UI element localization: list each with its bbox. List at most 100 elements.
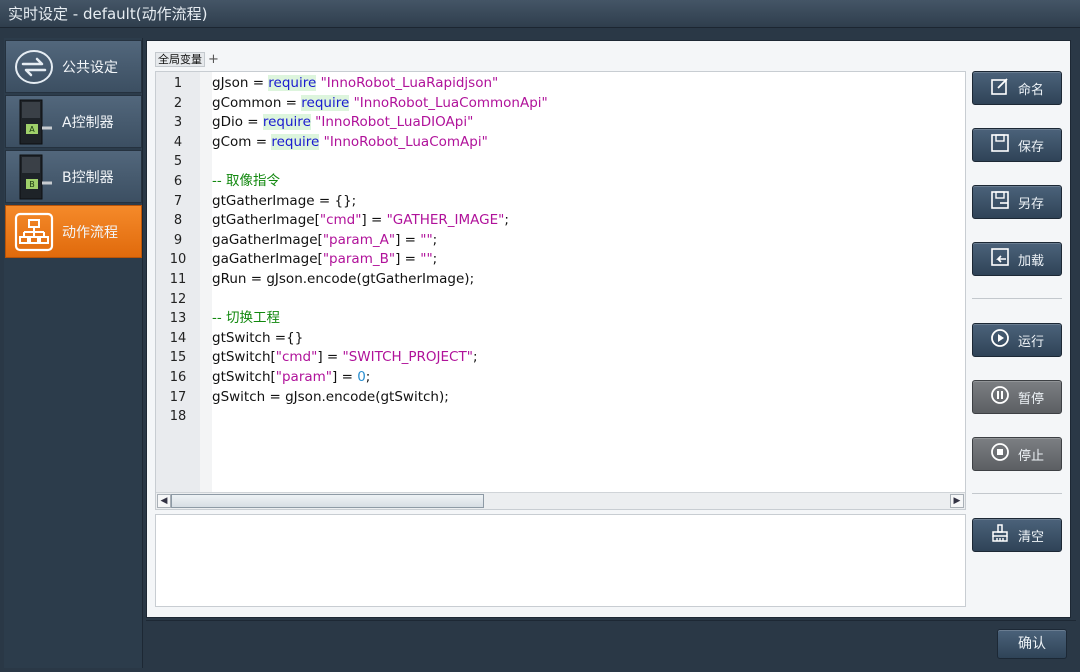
code-token: ; (432, 231, 438, 248)
line-text: gaGatherImage["param_B"] = ""; (200, 250, 437, 270)
sidebar-item-controller-b[interactable]: B B控制器 (5, 150, 142, 203)
sidebar-item-action-flow[interactable]: 动作流程 (5, 205, 142, 258)
stop-icon (990, 442, 1010, 466)
code-token: "GATHER_IMAGE" (386, 212, 505, 229)
save-icon (990, 133, 1010, 157)
code-line[interactable]: 12 (156, 290, 965, 310)
code-line[interactable]: 5 (156, 152, 965, 172)
code-token: gaGatherImage[ (212, 251, 323, 268)
code-token: ] = (332, 368, 358, 385)
line-text: -- 切换工程 (212, 310, 281, 327)
code-token: "cmd" (319, 212, 362, 229)
divider (972, 298, 1062, 299)
pause-label: 暂停 (1017, 391, 1044, 407)
sidebar-item-label: A控制器 (62, 114, 114, 131)
code-token: "SWITCH_PROJECT" (342, 349, 473, 366)
code-line[interactable]: 8 gtGatherImage["cmd"] = "GATHER_IMAGE"; (156, 211, 965, 231)
code-line[interactable]: 7 gtGatherImage = {}; (156, 192, 965, 212)
line-text: gSwitch = gJson.encode(gtSwitch); (212, 388, 449, 405)
line-text: gtSwitch ={} (212, 329, 304, 346)
sidebar-item-label: B控制器 (62, 169, 114, 186)
code-area[interactable]: 1 gJson = require "InnoRobot_LuaRapidjson… (156, 74, 965, 427)
line-text: gDio = require "InnoRobot_LuaDIOApi" (200, 113, 473, 133)
line-number: 2 (173, 95, 183, 111)
code-line[interactable]: 16 gtSwitch["param"] = 0; (156, 368, 965, 388)
pause-button[interactable]: 暂停 (972, 380, 1062, 414)
bottom-bar: 确认 (146, 620, 1076, 668)
confirm-button[interactable]: 确认 (997, 629, 1067, 659)
line-number: 16 (169, 369, 187, 385)
code-token: "InnoRobot_LuaRapidjson" (320, 75, 499, 91)
rename-button[interactable]: 命名 (972, 71, 1062, 105)
line-text: gaGatherImage["param_A"] = ""; (200, 231, 437, 251)
code-token: gDio = (212, 114, 263, 131)
code-line[interactable]: 14 gtSwitch ={} (156, 329, 965, 349)
code-token: ; (472, 349, 478, 366)
sidebar-item-common-settings[interactable]: 公共设定 (5, 40, 142, 93)
line-text (200, 152, 212, 172)
code-token: "InnoRobot_LuaDIOApi" (315, 114, 474, 131)
line-number: 4 (173, 134, 183, 150)
run-button[interactable]: 运行 (972, 323, 1062, 357)
load-button[interactable]: 加载 (972, 242, 1062, 276)
save-button[interactable]: 保存 (972, 128, 1062, 162)
play-icon (990, 328, 1010, 352)
sidebar: 公共设定 A A控制器 B B控制器 动作流程 (4, 38, 143, 668)
scrollbar-thumb[interactable] (171, 494, 484, 508)
load-icon (990, 247, 1010, 271)
line-number: 5 (173, 154, 183, 170)
line-number: 3 (173, 115, 183, 131)
scroll-left-icon[interactable]: ◀ (157, 494, 171, 508)
line-number: 17 (169, 389, 187, 405)
stop-button[interactable]: 停止 (972, 437, 1062, 471)
code-token: gtGatherImage[ (212, 212, 320, 229)
code-line[interactable]: 9 gaGatherImage["param_A"] = ""; (156, 231, 965, 251)
run-label: 运行 (1017, 334, 1044, 350)
code-line[interactable]: 11 gRun = gJson.encode(gtGatherImage); (156, 270, 965, 290)
code-token: "InnoRobot_LuaCommonApi" (353, 94, 548, 111)
tab-global-variables[interactable]: 全局变量 (155, 51, 205, 67)
clear-button[interactable]: 清空 (972, 518, 1062, 552)
code-line[interactable]: 2 gCommon = require "InnoRobot_LuaCommonA… (156, 94, 965, 114)
line-number: 12 (169, 291, 187, 307)
code-token: ; (365, 368, 371, 385)
line-text (200, 407, 212, 427)
code-line[interactable]: 13 -- 切换工程 (156, 309, 965, 329)
code-editor[interactable]: 1 gJson = require "InnoRobot_LuaRapidjson… (155, 71, 966, 510)
line-text: gCom = require "InnoRobot_LuaComApi" (200, 133, 488, 153)
svg-text:A: A (29, 125, 35, 134)
line-text: -- 取像指令 (212, 172, 281, 189)
sidebar-item-label: 动作流程 (62, 224, 118, 241)
code-line[interactable]: 1 gJson = require "InnoRobot_LuaRapidjson… (156, 74, 965, 94)
main-frame: 公共设定 A A控制器 B B控制器 动作流程 全局变量 + 1 gJson =… (0, 28, 1080, 672)
line-number: 8 (173, 213, 183, 229)
code-line[interactable]: 6 -- 取像指令 (156, 172, 965, 192)
divider (972, 493, 1062, 494)
sidebar-item-controller-a[interactable]: A A控制器 (5, 95, 142, 148)
scroll-right-icon[interactable]: ▶ (950, 494, 964, 508)
code-line[interactable]: 17 gSwitch = gJson.encode(gtSwitch); (156, 388, 965, 408)
save-as-icon (990, 190, 1010, 214)
code-token: ; (432, 251, 438, 268)
add-tab-button[interactable]: + (208, 53, 219, 66)
code-token: ] = (317, 349, 343, 366)
code-token: "param" (275, 368, 333, 385)
code-line[interactable]: 18 (156, 407, 965, 427)
horizontal-scrollbar[interactable]: ◀ ▶ (156, 492, 965, 509)
line-text: gCommon = require "InnoRobot_LuaCommonAp… (200, 94, 548, 114)
code-line[interactable]: 4 gCom = require "InnoRobot_LuaComApi" (156, 133, 965, 153)
line-number: 18 (169, 409, 187, 425)
sidebar-item-label: 公共设定 (62, 59, 118, 76)
code-token: "cmd" (275, 349, 318, 366)
code-line[interactable]: 10 gaGatherImage["param_B"] = ""; (156, 250, 965, 270)
code-token: ] = (361, 212, 387, 229)
broom-icon (990, 523, 1010, 547)
stop-label: 停止 (1017, 448, 1044, 464)
code-token: gaGatherImage[ (212, 231, 323, 248)
code-token: "" (420, 231, 433, 248)
line-number: 10 (169, 252, 187, 268)
save-as-button[interactable]: 另存 (972, 185, 1062, 219)
code-line[interactable]: 3 gDio = require "InnoRobot_LuaDIOApi" (156, 113, 965, 133)
code-line[interactable]: 15 gtSwitch["cmd"] = "SWITCH_PROJECT"; (156, 348, 965, 368)
output-panel[interactable] (155, 514, 966, 607)
